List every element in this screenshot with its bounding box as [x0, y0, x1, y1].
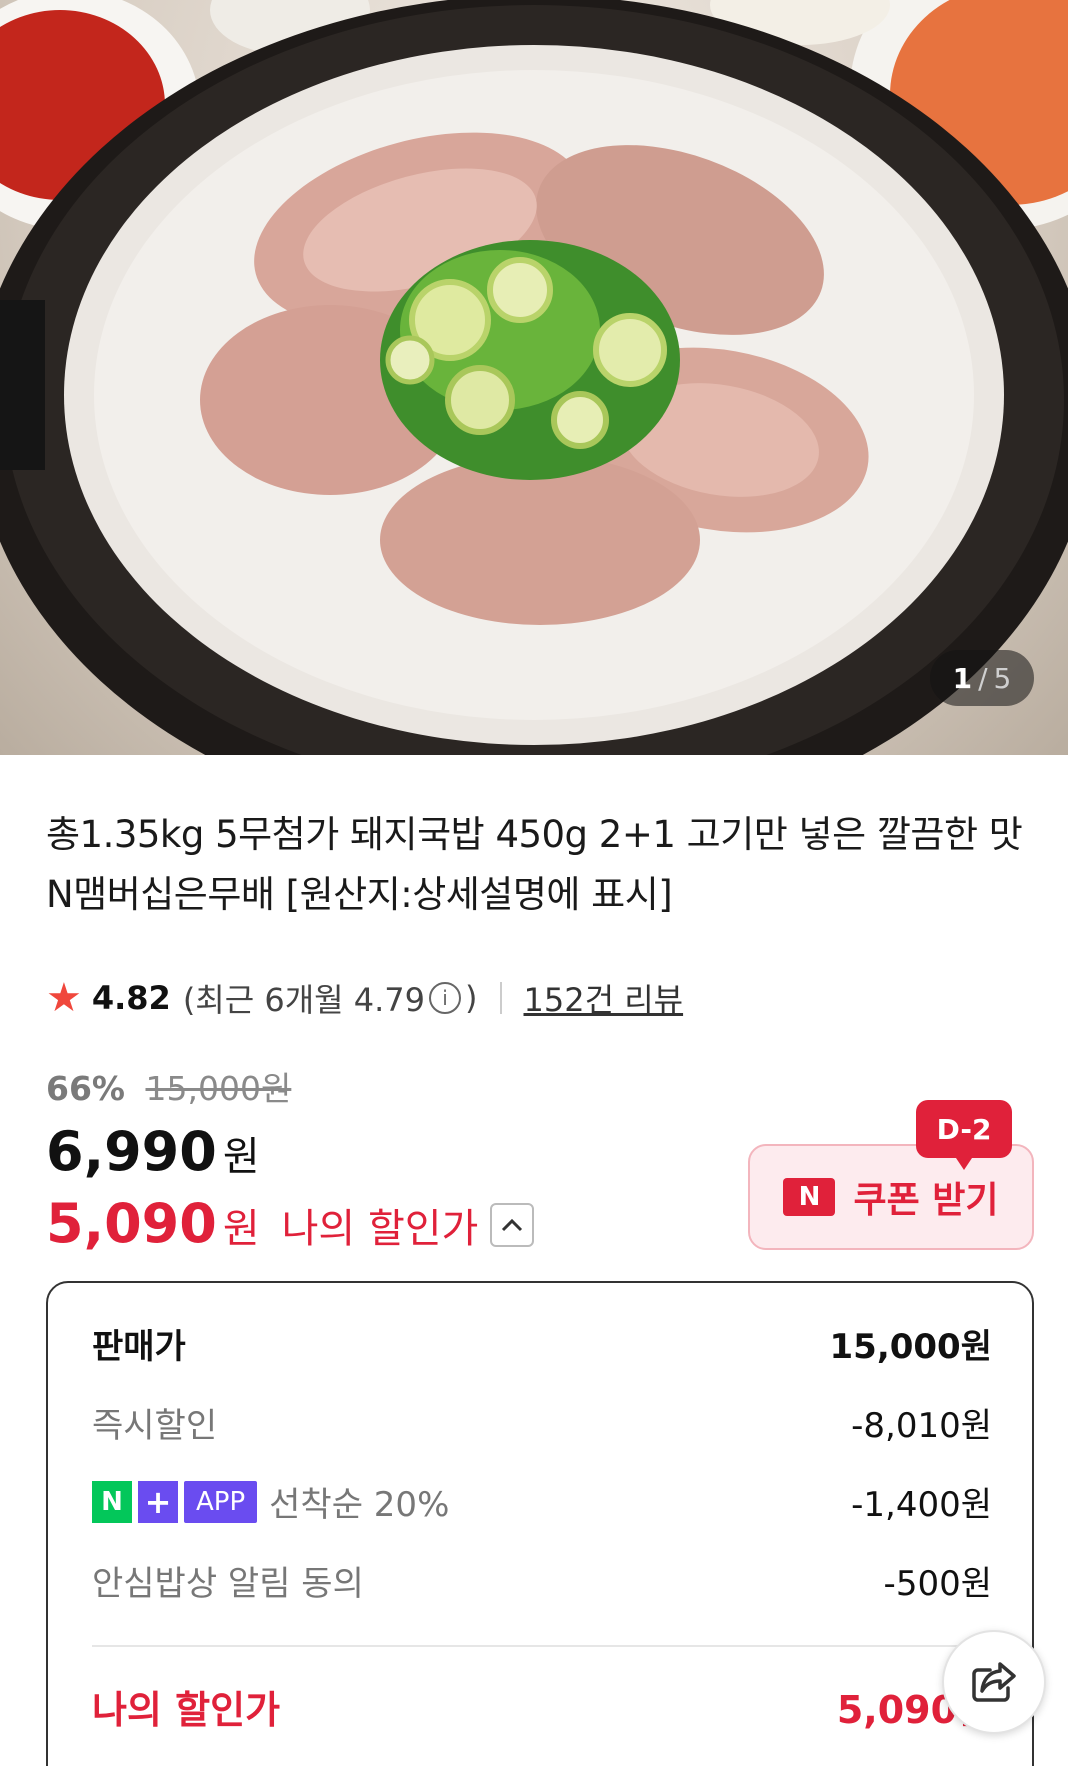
star-icon: ★: [46, 975, 82, 1021]
soup-illustration: [0, 0, 1068, 755]
original-price: 15,000원: [145, 1069, 292, 1108]
breakdown-value: -1,400원: [851, 1485, 992, 1525]
naver-n-icon: N: [92, 1480, 132, 1523]
rating-score: 4.82: [91, 979, 171, 1017]
breakdown-label: 즉시할인: [92, 1406, 218, 1446]
coupon-label: 쿠폰 받기: [853, 1180, 999, 1221]
product-title: 총1.35kg 5무첨가 돼지국밥 450g 2+1 고기만 넣은 깔끔한 맛 …: [46, 813, 1023, 916]
breakdown-row-alert-consent: 안심밥상 알림 동의 -500원: [92, 1556, 992, 1605]
recent-rating: (최근 6개월 4.79: [182, 981, 426, 1019]
counter-separator: /: [978, 661, 988, 695]
sale-price-unit: 원: [222, 1134, 260, 1180]
product-image[interactable]: 1 / 5: [0, 0, 1068, 755]
breakdown-label: 안심밥상 알림 동의: [92, 1564, 364, 1604]
coupon-button[interactable]: N 쿠폰 받기: [748, 1144, 1034, 1250]
app-badge: APP: [184, 1480, 258, 1523]
card-divider: [92, 1645, 992, 1647]
chevron-up-icon[interactable]: [490, 1203, 534, 1247]
discount-rate: 66%: [46, 1069, 125, 1108]
nplus-app-badges: N + APP: [92, 1480, 258, 1523]
my-price-label: 나의 할인가: [281, 1206, 479, 1252]
sale-price-value: 6,990: [46, 1120, 217, 1183]
breakdown-row-instant-discount: 즉시할인 -8,010원: [92, 1398, 992, 1447]
price-breakdown-card: 판매가 15,000원 즉시할인 -8,010원 N + APP 선착순 20%…: [46, 1281, 1034, 1766]
image-counter: 1 / 5: [930, 650, 1034, 706]
counter-current: 1: [952, 661, 973, 695]
rating-row: ★ 4.82 (최근 6개월 4.79 i ) 152건 리뷰: [46, 975, 683, 1021]
my-price-unit: 원: [222, 1206, 260, 1252]
sale-price: 6,990 원: [46, 1120, 260, 1183]
total-label: 나의 할인가: [92, 1688, 281, 1732]
breakdown-value: 15,000원: [829, 1327, 992, 1367]
plus-icon: +: [138, 1480, 178, 1523]
breakdown-value: -500원: [883, 1564, 992, 1604]
my-price-value: 5,090: [46, 1192, 217, 1255]
recent-rating-close: ): [465, 979, 478, 1017]
breakdown-label: 판매가: [92, 1327, 186, 1367]
breakdown-value: -8,010원: [851, 1406, 992, 1446]
breakdown-row-total: 나의 할인가 5,090원: [92, 1679, 992, 1734]
original-price-row: 66% 15,000원: [46, 1062, 291, 1110]
counter-total: 5: [993, 661, 1012, 695]
breakdown-row-first-come: N + APP 선착순 20% -1,400원: [92, 1477, 992, 1526]
share-icon: [972, 1662, 1016, 1702]
review-count-link[interactable]: 152건 리뷰: [524, 975, 684, 1021]
my-discount-price: 5,090 원 나의 할인가: [46, 1192, 478, 1255]
divider: [499, 982, 502, 1014]
naver-coupon-icon: N: [783, 1178, 836, 1216]
breakdown-label: 선착순 20%: [269, 1485, 450, 1525]
info-icon[interactable]: i: [429, 982, 462, 1014]
share-button[interactable]: [942, 1630, 1046, 1734]
breakdown-row-sale-price: 판매가 15,000원: [92, 1319, 992, 1368]
dday-badge: D-2: [916, 1100, 1012, 1170]
